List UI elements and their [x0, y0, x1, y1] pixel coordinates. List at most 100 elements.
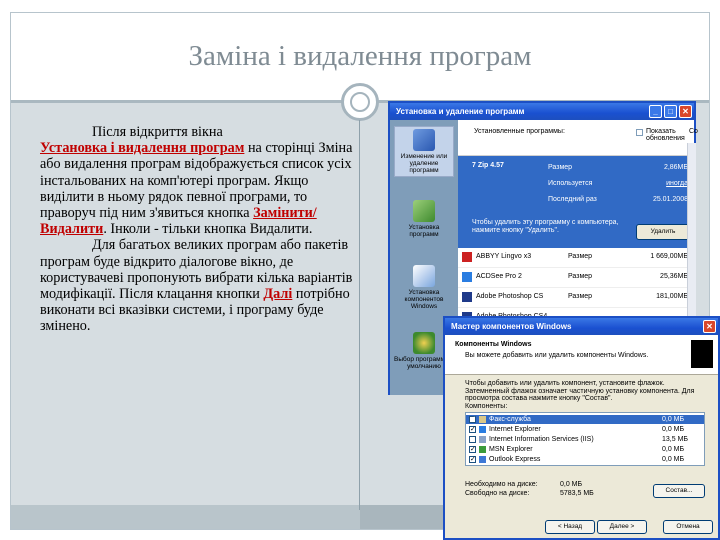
programs-header: Установленные программы: Показать обновл…: [458, 120, 698, 156]
body-text: Після відкриття вікна Установка і видален…: [40, 124, 358, 335]
size-label: Размер: [568, 253, 593, 260]
free-label: Свободно на диске:: [465, 490, 530, 497]
component-name: Факс-служба: [489, 416, 531, 423]
need-row: Необходимо на диске: 0,0 МБ: [465, 480, 665, 489]
next-button[interactable]: Далее >: [597, 520, 647, 534]
component-icon: [479, 426, 486, 433]
component-checkbox[interactable]: ✓: [469, 446, 476, 453]
slide: Заміна і видалення програм Після відкрит…: [0, 0, 720, 540]
highlight-next: Далі: [263, 286, 293, 303]
program-icon: [462, 252, 472, 262]
window-controls: ✕: [703, 320, 716, 333]
component-size: 0,0 МБ: [662, 426, 685, 433]
list-item[interactable]: ✓ Факс-служба 0,0 МБ: [466, 415, 704, 424]
circle-ornament: [341, 83, 379, 121]
circle-ornament-inner: [350, 92, 370, 112]
last-used-info: Последний раз 25.01.2008: [548, 196, 688, 203]
components-list[interactable]: ✓ Факс-служба 0,0 МБ ✓ Internet Explorer 0,0…: [465, 412, 705, 466]
sidebar-item-label: Изменение или удаление программ: [400, 153, 448, 174]
program-size: Размер 25,36МБ: [568, 273, 688, 280]
component-icon: [479, 456, 486, 463]
window-controls: _ □ ✕: [649, 105, 692, 118]
list-item[interactable]: ✓ Internet Explorer 0,0 МБ: [466, 425, 704, 434]
size-value: 2,86МБ: [663, 164, 688, 171]
text-span: Після відкриття вікна: [92, 124, 223, 140]
used-value[interactable]: иногда: [666, 180, 688, 187]
program-row[interactable]: Adobe Photoshop CS Размер 181,00МБ: [458, 288, 694, 308]
need-label: Необходимо на диске:: [465, 481, 538, 488]
maximize-button[interactable]: □: [664, 105, 677, 118]
component-checkbox[interactable]: ✓: [469, 456, 476, 463]
free-row: Свободно на диске: 5783,5 МБ: [465, 489, 665, 498]
component-name: Internet Information Services (IIS): [489, 436, 594, 443]
last-used-value: 25.01.2008: [652, 196, 688, 203]
wizard-description: Чтобы добавить или удалить компонент, ус…: [465, 380, 695, 402]
components-label: Компоненты:: [465, 403, 508, 410]
sidebar-item-label: Установка программ: [408, 224, 440, 238]
component-size: 0,0 МБ: [662, 416, 685, 423]
component-name: MSN Explorer: [489, 446, 533, 453]
program-name: ABBYY Lingvo x3: [476, 253, 532, 260]
program-row[interactable]: ABBYY Lingvo x3 Размер 1 669,00МБ: [458, 248, 694, 268]
text-span: . Інколи - тільки кнопка Видалити.: [103, 221, 313, 238]
remove-button[interactable]: Удалить: [636, 224, 690, 240]
selected-program-row[interactable]: 7 Zip 4.57 Размер 2,86МБ Используется иног…: [458, 156, 694, 248]
paragraph-2: Для багатьох великих програм або пакетів…: [40, 237, 358, 334]
size-label: Размер: [548, 164, 573, 171]
slide-title: Заміна і видалення програм: [188, 40, 532, 72]
program-row[interactable]: ACDSee Pro 2 Размер 25,36МБ: [458, 268, 694, 288]
window-title: Мастер компонентов Windows: [451, 322, 572, 331]
default-programs-icon: [413, 332, 435, 354]
usage-info: Используется иногда: [548, 180, 688, 187]
window-titlebar[interactable]: Мастер компонентов Windows: [445, 318, 718, 335]
wizard-header: Компоненты Windows Вы можете добавить ил…: [445, 335, 718, 375]
window-title: Установка и удаление программ: [396, 107, 525, 116]
paragraph-1: Після відкриття вікна Установка і видален…: [40, 124, 358, 237]
component-size: 13,5 МБ: [662, 436, 688, 443]
show-updates-checkbox[interactable]: [636, 129, 643, 136]
back-button[interactable]: < Назад: [545, 520, 595, 534]
installed-label: Установленные программы:: [474, 128, 565, 135]
size-label: Размер: [568, 273, 593, 280]
disk-space-info: Необходимо на диске: 0,0 МБ Свободно на д…: [465, 480, 665, 498]
component-icon: [479, 446, 486, 453]
component-checkbox[interactable]: [469, 436, 476, 443]
sidebar-item-windows-components[interactable]: Установка компонентов Windows: [394, 265, 454, 310]
program-size: Размер 1 669,00МБ: [568, 253, 688, 260]
minimize-button[interactable]: _: [649, 105, 662, 118]
sidebar-item-change-remove[interactable]: Изменение или удаление программ: [394, 126, 454, 177]
programs-icon: [413, 129, 435, 151]
wizard-subheading: Вы можете добавить или удалить компонент…: [465, 352, 649, 359]
size-value: 25,36МБ: [660, 273, 688, 280]
component-icon: [479, 436, 486, 443]
sidebar-item-label: Установка компонентов Windows: [404, 289, 444, 310]
component-icon: [479, 416, 486, 423]
component-size: 0,0 МБ: [662, 446, 685, 453]
list-item[interactable]: ✓ MSN Explorer 0,0 МБ: [466, 445, 704, 454]
component-checkbox[interactable]: ✓: [469, 416, 476, 423]
used-label: Используется: [548, 180, 593, 187]
close-button[interactable]: ✕: [703, 320, 716, 333]
cancel-button[interactable]: Отмена: [663, 520, 713, 534]
list-item[interactable]: ✓ Outlook Express 0,0 МБ: [466, 455, 704, 464]
last-used-label: Последний раз: [548, 196, 597, 203]
component-name: Outlook Express: [489, 456, 541, 463]
wizard-logo-icon: [691, 340, 713, 368]
list-item[interactable]: Internet Information Services (IIS) 13,5 …: [466, 435, 704, 444]
sidebar-item-install[interactable]: Установка программ: [394, 200, 454, 238]
component-size: 0,0 МБ: [662, 456, 685, 463]
compose-button[interactable]: Состав...: [653, 484, 705, 498]
highlight-install-remove: Установка і видалення програм: [40, 140, 245, 157]
size-value: 181,00МБ: [656, 293, 688, 300]
size-value: 1 669,00МБ: [650, 253, 688, 260]
program-name: 7 Zip 4.57: [472, 162, 504, 169]
install-icon: [413, 200, 435, 222]
windows-components-wizard[interactable]: Мастер компонентов Windows ✕ Компоненты …: [443, 316, 720, 540]
free-value: 5783,5 МБ: [560, 490, 594, 497]
remove-hint: Чтобы удалить эту программу с компьютера…: [472, 219, 619, 234]
size-info: Размер 2,86МБ: [548, 164, 688, 171]
close-button[interactable]: ✕: [679, 105, 692, 118]
wizard-heading: Компоненты Windows: [455, 341, 532, 348]
program-name: ACDSee Pro 2: [476, 273, 522, 280]
component-checkbox[interactable]: ✓: [469, 426, 476, 433]
